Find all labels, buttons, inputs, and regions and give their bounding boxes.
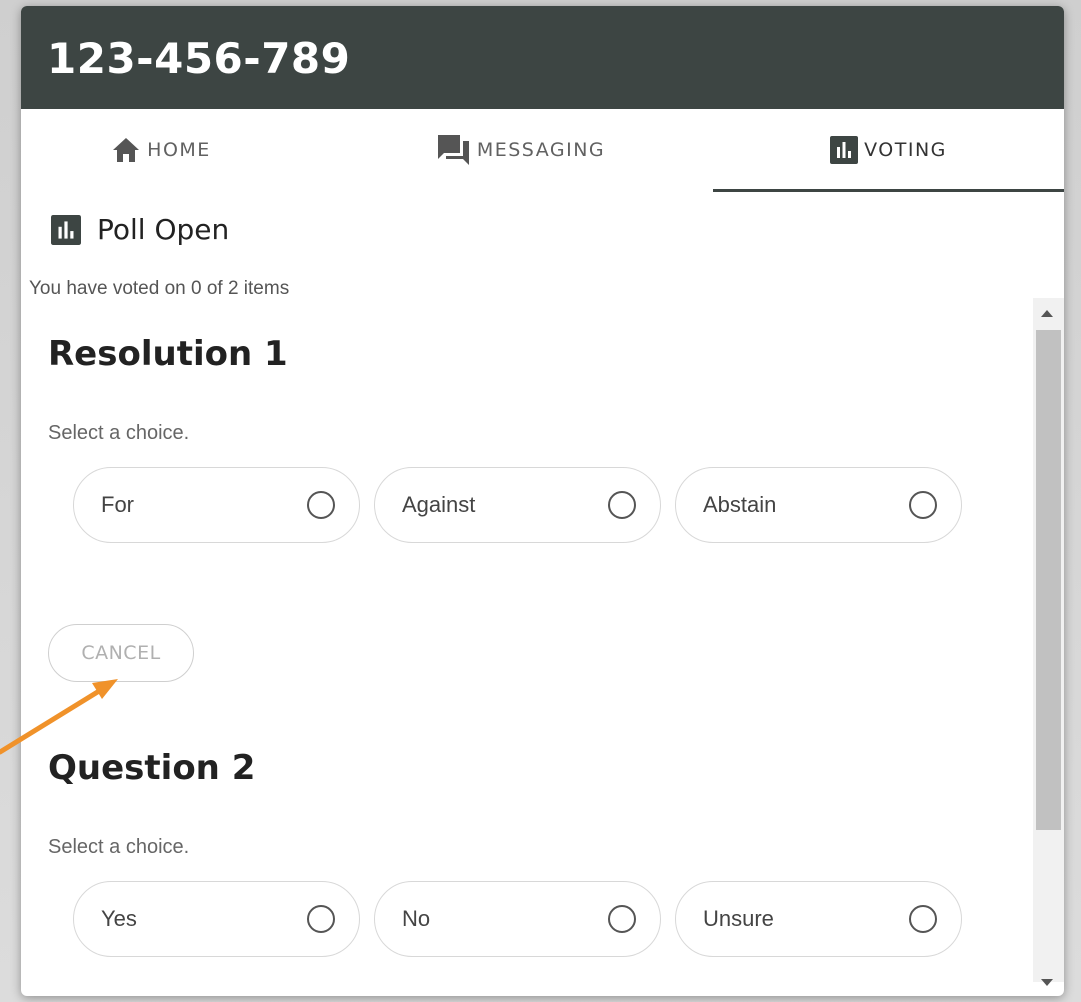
poll-status-header: Poll Open (51, 213, 229, 246)
tab-messaging[interactable]: MESSAGING (351, 109, 691, 191)
choice-unsure[interactable]: Unsure (675, 881, 962, 957)
choice-for[interactable]: For (73, 467, 360, 543)
tab-home-label: HOME (147, 139, 211, 161)
choice-abstain[interactable]: Abstain (675, 467, 962, 543)
tab-voting[interactable]: VOTING (713, 109, 1064, 191)
scroll-down-arrow-icon[interactable] (1041, 979, 1053, 986)
radio-button[interactable] (909, 905, 937, 933)
cancel-button[interactable]: CANCEL (48, 624, 194, 682)
radio-button[interactable] (909, 491, 937, 519)
title-bar: 123-456-789 (21, 6, 1064, 109)
choice-label: For (101, 492, 134, 517)
radio-button[interactable] (307, 491, 335, 519)
radio-button[interactable] (608, 905, 636, 933)
poll-status-title: Poll Open (97, 213, 230, 246)
poll-icon (51, 214, 81, 245)
choice-label: Against (402, 492, 476, 517)
choice-against[interactable]: Against (374, 467, 661, 543)
choice-label: Yes (101, 906, 137, 931)
chat-icon (437, 133, 471, 167)
radio-button[interactable] (608, 491, 636, 519)
poll-icon (830, 136, 859, 164)
ballot-list: Resolution 1 Select a choice. For Agains… (21, 298, 1033, 996)
choice-yes[interactable]: Yes (73, 881, 360, 957)
choice-label: Abstain (703, 492, 777, 517)
radio-button[interactable] (307, 905, 335, 933)
choice-no[interactable]: No (374, 881, 661, 957)
choice-group: For Against Abstain (73, 467, 962, 543)
choice-group: Yes No Unsure (73, 881, 962, 957)
scroll-thumb[interactable] (1036, 330, 1061, 830)
item-title: Question 2 (48, 748, 256, 788)
tab-voting-label: VOTING (864, 139, 947, 161)
item-title: Resolution 1 (48, 334, 288, 374)
vote-progress-text: You have voted on 0 of 2 items (29, 278, 290, 299)
home-icon (111, 136, 141, 164)
vertical-scrollbar[interactable] (1033, 298, 1064, 986)
tab-bar: HOME MESSAGING VOTING (21, 109, 1064, 192)
scroll-up-arrow-icon[interactable] (1041, 310, 1053, 317)
tab-messaging-label: MESSAGING (476, 139, 606, 161)
active-tab-indicator (713, 189, 1064, 192)
tab-home[interactable]: HOME (21, 109, 301, 191)
screenshot-stage: 123-456-789 HOME MESSAGING VOTING Poll O… (0, 0, 1081, 1002)
voting-panel: 123-456-789 HOME MESSAGING VOTING Poll O… (21, 6, 1064, 996)
choice-label: Unsure (703, 906, 774, 931)
choice-label: No (402, 906, 431, 931)
meeting-id-title: 123-456-789 (47, 34, 351, 83)
item-hint: Select a choice. (48, 836, 190, 858)
item-hint: Select a choice. (48, 422, 190, 444)
